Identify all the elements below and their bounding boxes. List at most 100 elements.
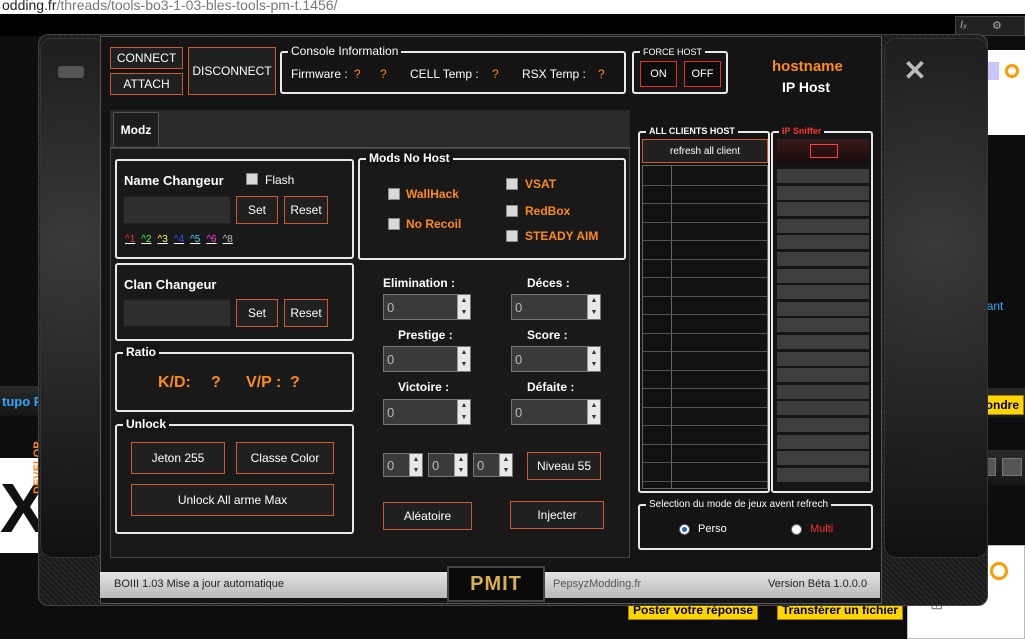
- name-reset-button[interactable]: Reset: [284, 196, 328, 224]
- sniffer-row[interactable]: [777, 467, 869, 482]
- clan-set-button[interactable]: Set: [236, 299, 278, 327]
- score-stepper[interactable]: 0 ▲ ▼: [511, 346, 601, 372]
- close-icon[interactable]: ✕: [900, 56, 930, 86]
- stepper-arrows[interactable]: ▲ ▼: [457, 347, 470, 371]
- steady-aim-checkbox[interactable]: [506, 230, 518, 242]
- aleatoire-button[interactable]: Aléatoire: [383, 502, 472, 530]
- norecoil-checkbox[interactable]: [388, 218, 400, 230]
- jeton-255-button[interactable]: Jeton 255: [131, 442, 225, 474]
- stepper-arrows[interactable]: ▲ ▼: [587, 347, 600, 371]
- clan-reset-button[interactable]: Reset: [284, 299, 328, 327]
- sniffer-row[interactable]: [777, 418, 869, 432]
- flash-checkbox[interactable]: [246, 173, 258, 185]
- minimize-icon[interactable]: [58, 66, 84, 78]
- stepper-arrows[interactable]: ▲ ▼: [499, 454, 512, 476]
- refresh-all-client-button[interactable]: refresh all client: [642, 139, 768, 163]
- sniffer-row[interactable]: [777, 434, 869, 449]
- stepper-arrows[interactable]: ▲ ▼: [587, 295, 600, 319]
- client-row[interactable]: [643, 295, 767, 297]
- stepper-arrows[interactable]: ▲ ▼: [457, 295, 470, 319]
- level-stepper-2[interactable]: 0 ▲ ▼: [428, 453, 468, 477]
- refresh-icon[interactable]: [1005, 64, 1019, 78]
- niveau-55-button[interactable]: Niveau 55: [527, 452, 601, 480]
- client-row[interactable]: [643, 203, 767, 204]
- sniffer-row[interactable]: [777, 268, 869, 283]
- sniffer-row[interactable]: [777, 235, 869, 250]
- refresh-icon[interactable]: [990, 562, 1008, 580]
- client-row[interactable]: [643, 406, 767, 408]
- color-code-5[interactable]: ^6: [206, 234, 216, 245]
- tab-modz[interactable]: Modz: [113, 112, 159, 146]
- color-code-6[interactable]: ^8: [223, 234, 233, 245]
- color-code-1[interactable]: ^2: [141, 234, 151, 245]
- sniffer-row[interactable]: [777, 202, 869, 217]
- color-code-4[interactable]: ^5: [190, 234, 200, 245]
- client-row[interactable]: [643, 369, 767, 371]
- elimination-stepper[interactable]: 0 ▲ ▼: [383, 294, 471, 320]
- ip-sniffer-group: IP Sniffer: [771, 126, 873, 493]
- attach-button[interactable]: ATTACH: [110, 73, 183, 95]
- redbox-checkbox[interactable]: [506, 205, 518, 217]
- client-row[interactable]: [643, 462, 767, 463]
- defaite-stepper[interactable]: 0 ▲ ▼: [511, 399, 601, 425]
- sniffer-row[interactable]: [777, 252, 869, 266]
- client-row[interactable]: [643, 184, 767, 186]
- connect-button[interactable]: CONNECT: [110, 47, 183, 69]
- injecter-button[interactable]: Injecter: [510, 501, 604, 529]
- unlock-all-arme-button[interactable]: Unlock All arme Max: [131, 484, 334, 516]
- sniffer-row[interactable]: [777, 368, 869, 383]
- vsat-checkbox[interactable]: [506, 178, 518, 190]
- client-row[interactable]: [643, 351, 767, 352]
- sniffer-row[interactable]: [777, 169, 869, 183]
- editor-settings-icon[interactable]: [1002, 458, 1022, 476]
- name-input[interactable]: [123, 196, 231, 224]
- sniffer-row[interactable]: [777, 218, 869, 233]
- color-code-0[interactable]: ^1: [125, 234, 135, 245]
- level-value-3: 0: [477, 458, 485, 473]
- name-set-button[interactable]: Set: [236, 196, 278, 224]
- client-row[interactable]: [643, 480, 767, 482]
- perso-radio[interactable]: [679, 524, 690, 535]
- wallhack-checkbox[interactable]: [388, 188, 400, 200]
- clear-format-icon[interactable]: Iₓ: [960, 19, 967, 31]
- stepper-arrows[interactable]: ▲ ▼: [457, 400, 470, 424]
- sniffer-row[interactable]: [777, 318, 869, 333]
- multi-radio[interactable]: [791, 524, 802, 535]
- clients-list[interactable]: [642, 165, 768, 489]
- sniffer-row[interactable]: [777, 335, 869, 349]
- level-stepper-3[interactable]: 0 ▲ ▼: [473, 453, 513, 477]
- sniffer-row[interactable]: [777, 301, 869, 316]
- client-row[interactable]: [643, 277, 767, 278]
- color-code-3[interactable]: ^4: [174, 234, 184, 245]
- clan-input[interactable]: [123, 299, 231, 327]
- client-row[interactable]: [643, 258, 767, 260]
- stepper-arrows[interactable]: ▲ ▼: [587, 400, 600, 424]
- sniffer-row[interactable]: [777, 401, 869, 416]
- victoire-stepper[interactable]: 0 ▲ ▼: [383, 399, 471, 425]
- client-row[interactable]: [643, 332, 767, 334]
- client-row[interactable]: [643, 443, 767, 445]
- client-row[interactable]: [643, 240, 767, 241]
- force-host-on-button[interactable]: ON: [640, 61, 677, 87]
- sniffer-row[interactable]: [777, 451, 869, 466]
- prestige-stepper[interactable]: 0 ▲ ▼: [383, 346, 471, 372]
- level-stepper-1[interactable]: 0 ▲ ▼: [383, 453, 423, 477]
- sniffer-row[interactable]: [777, 351, 869, 366]
- sniffer-row[interactable]: [777, 384, 869, 399]
- sniffer-row[interactable]: [777, 285, 869, 300]
- deces-stepper[interactable]: 0 ▲ ▼: [511, 294, 601, 320]
- force-host-off-button[interactable]: OFF: [684, 61, 721, 87]
- classe-color-button[interactable]: Classe Color: [236, 442, 334, 474]
- browser-url-bar[interactable]: odding.fr/threads/tools-bo3-1-03-bles-to…: [0, 0, 1025, 14]
- color-code-2[interactable]: ^3: [158, 234, 168, 245]
- client-row[interactable]: [643, 425, 767, 426]
- firmware-label: Firmware :: [291, 67, 348, 81]
- stepper-arrows[interactable]: ▲ ▼: [454, 454, 467, 476]
- settings-icon[interactable]: ⚙: [992, 19, 1002, 32]
- client-row[interactable]: [643, 314, 767, 315]
- stepper-arrows[interactable]: ▲ ▼: [409, 454, 422, 476]
- sniffer-row[interactable]: [777, 185, 869, 200]
- disconnect-button[interactable]: DISCONNECT: [188, 47, 276, 95]
- client-row[interactable]: [643, 221, 767, 223]
- client-row[interactable]: [643, 388, 767, 389]
